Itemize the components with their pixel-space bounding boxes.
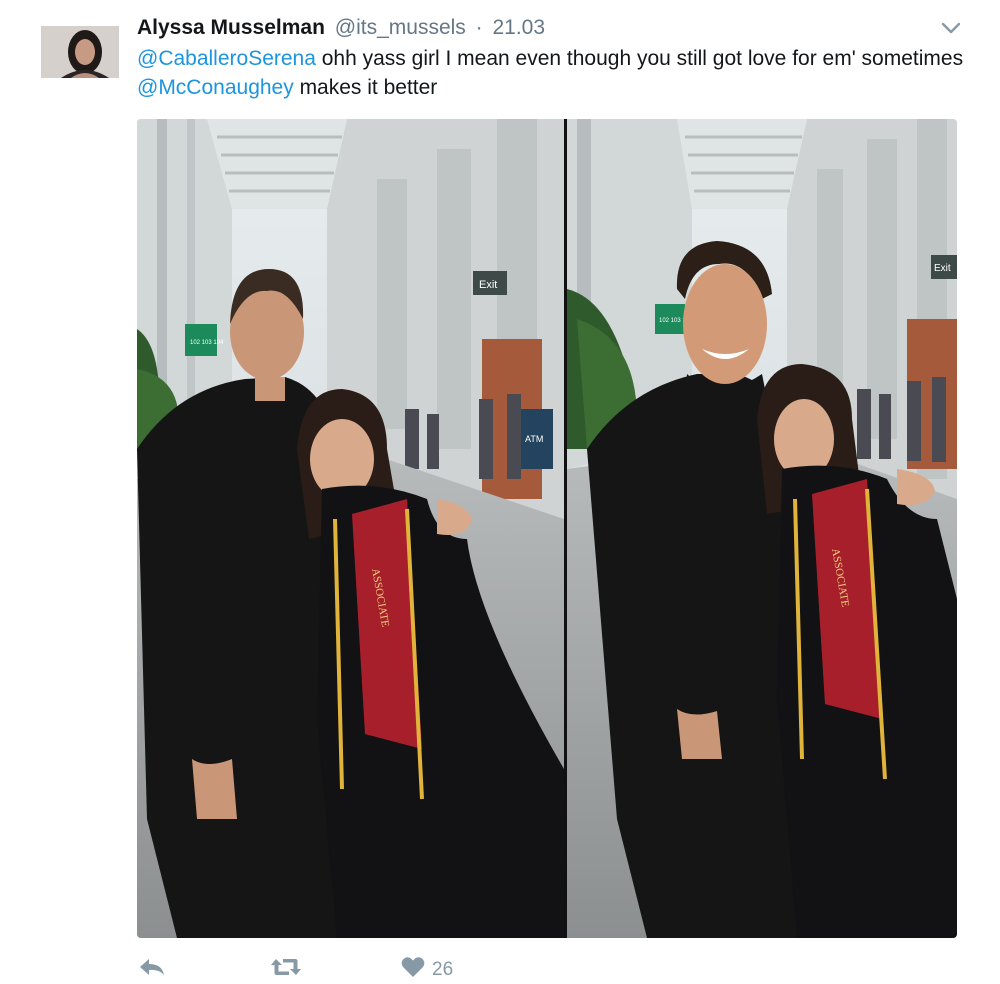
gate-sign-text: 102 103 104 — [190, 340, 224, 346]
atm-sign-text: ATM — [525, 434, 543, 444]
display-name[interactable]: Alyssa Musselman — [137, 16, 325, 39]
reply-button[interactable] — [137, 955, 167, 984]
tweet: Alyssa Musselman @its_mussels · 21.03 @C… — [0, 0, 1000, 984]
like-button[interactable]: 26 — [400, 955, 453, 984]
chevron-down-icon[interactable] — [938, 18, 964, 38]
tweet-text-segment: ohh yass girl I mean even though you sti… — [315, 47, 964, 70]
exit-sign-text: Exit — [479, 279, 497, 291]
like-count: 26 — [432, 958, 454, 980]
retweet-button[interactable] — [269, 955, 303, 984]
avatar[interactable] — [41, 26, 119, 78]
photo-edited: Exit 102 103 104 ASSOCIATE — [567, 119, 957, 938]
mention-link[interactable]: @CaballeroSerena — [137, 47, 316, 70]
tweet-text: @CaballeroSerena ohh yass girl I mean ev… — [137, 44, 977, 102]
reply-icon — [137, 955, 167, 984]
separator: · — [475, 16, 483, 39]
retweet-icon — [269, 955, 303, 984]
heart-icon — [400, 955, 426, 984]
tweet-photo[interactable]: Exit 102 103 104 ATM ASSOCIATE Exit 102 … — [137, 119, 957, 938]
user-handle[interactable]: @its_mussels — [335, 16, 466, 39]
mention-link[interactable]: @McConaughey — [137, 76, 294, 99]
exit-sign-text: Exit — [934, 263, 951, 274]
timestamp[interactable]: 21.03 — [492, 16, 545, 39]
tweet-header: Alyssa Musselman @its_mussels · 21.03 — [137, 14, 545, 42]
tweet-text-segment: makes it better — [293, 76, 438, 99]
photo-original: Exit 102 103 104 ATM ASSOCIATE — [137, 119, 564, 938]
